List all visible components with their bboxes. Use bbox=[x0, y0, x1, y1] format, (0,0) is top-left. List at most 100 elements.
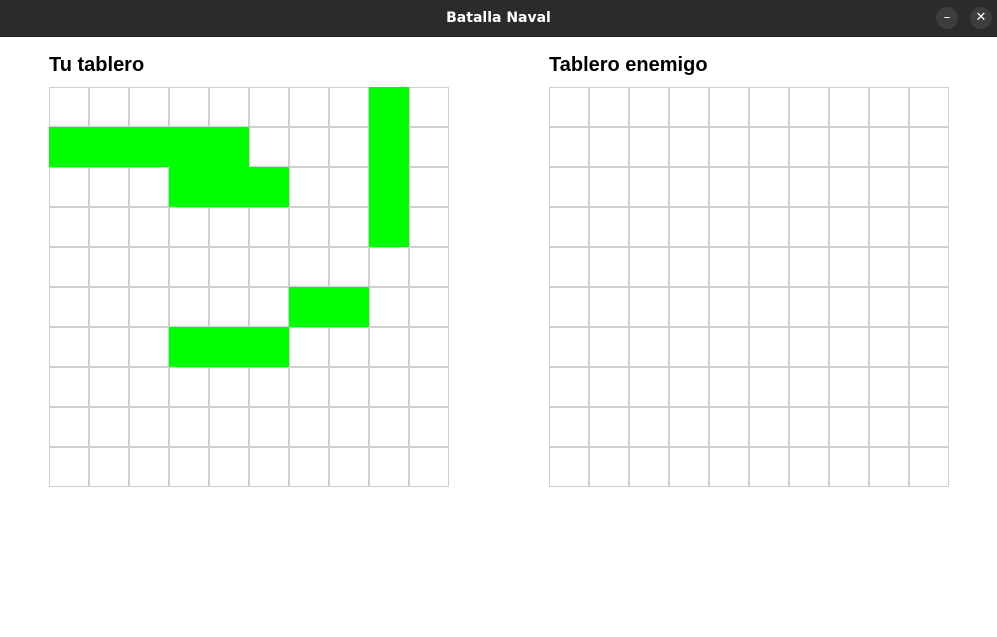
enemy-board-cell[interactable] bbox=[749, 287, 789, 327]
enemy-board-cell[interactable] bbox=[909, 367, 949, 407]
enemy-board-cell[interactable] bbox=[589, 367, 629, 407]
enemy-board-cell[interactable] bbox=[709, 367, 749, 407]
enemy-board-cell[interactable] bbox=[709, 127, 749, 167]
enemy-board-cell[interactable] bbox=[629, 247, 669, 287]
enemy-board-cell[interactable] bbox=[829, 287, 869, 327]
enemy-board-cell[interactable] bbox=[749, 367, 789, 407]
enemy-board-cell[interactable] bbox=[709, 287, 749, 327]
enemy-board-cell[interactable] bbox=[669, 207, 709, 247]
enemy-board-cell[interactable] bbox=[589, 407, 629, 447]
close-icon[interactable]: ✕ bbox=[970, 7, 992, 29]
enemy-board-cell[interactable] bbox=[869, 87, 909, 127]
enemy-board-cell[interactable] bbox=[789, 447, 829, 487]
enemy-board-cell[interactable] bbox=[749, 167, 789, 207]
enemy-board-cell[interactable] bbox=[749, 87, 789, 127]
enemy-board-cell[interactable] bbox=[829, 327, 869, 367]
enemy-board-cell[interactable] bbox=[869, 247, 909, 287]
enemy-board-cell[interactable] bbox=[829, 447, 869, 487]
enemy-board-cell[interactable] bbox=[669, 127, 709, 167]
enemy-board-cell[interactable] bbox=[629, 207, 669, 247]
enemy-board-cell[interactable] bbox=[709, 87, 749, 127]
enemy-board-cell[interactable] bbox=[749, 447, 789, 487]
enemy-board-cell[interactable] bbox=[829, 167, 869, 207]
enemy-board-cell[interactable] bbox=[829, 407, 869, 447]
enemy-board-cell[interactable] bbox=[549, 207, 589, 247]
enemy-board-cell[interactable] bbox=[709, 247, 749, 287]
enemy-board-cell[interactable] bbox=[749, 327, 789, 367]
enemy-board-cell[interactable] bbox=[589, 87, 629, 127]
enemy-board-cell[interactable] bbox=[789, 287, 829, 327]
enemy-board-cell[interactable] bbox=[909, 247, 949, 287]
enemy-board-cell[interactable] bbox=[869, 407, 909, 447]
enemy-board-cell[interactable] bbox=[629, 287, 669, 327]
enemy-board-cell[interactable] bbox=[869, 327, 909, 367]
enemy-board-cell[interactable] bbox=[629, 127, 669, 167]
enemy-board-cell[interactable] bbox=[549, 407, 589, 447]
enemy-board-cell[interactable] bbox=[869, 447, 909, 487]
title-bar[interactable]: Batalla Naval – ✕ bbox=[0, 0, 997, 37]
enemy-board-cell[interactable] bbox=[589, 247, 629, 287]
enemy-board-cell[interactable] bbox=[909, 167, 949, 207]
enemy-board-cell[interactable] bbox=[549, 247, 589, 287]
enemy-board-cell[interactable] bbox=[869, 287, 909, 327]
enemy-board-cell[interactable] bbox=[909, 87, 949, 127]
enemy-board-cell[interactable] bbox=[909, 207, 949, 247]
enemy-board-cell[interactable] bbox=[549, 87, 589, 127]
enemy-board-cell[interactable] bbox=[749, 247, 789, 287]
enemy-board-cell[interactable] bbox=[669, 407, 709, 447]
enemy-board-cell[interactable] bbox=[789, 167, 829, 207]
enemy-board-cell[interactable] bbox=[789, 87, 829, 127]
enemy-board-cell[interactable] bbox=[789, 207, 829, 247]
enemy-board-cell[interactable] bbox=[909, 127, 949, 167]
enemy-board-cell[interactable] bbox=[669, 327, 709, 367]
enemy-board-cell[interactable] bbox=[749, 207, 789, 247]
enemy-board-cell[interactable] bbox=[789, 407, 829, 447]
enemy-board-cell[interactable] bbox=[869, 167, 909, 207]
enemy-board-cell[interactable] bbox=[589, 207, 629, 247]
enemy-board-cell[interactable] bbox=[549, 127, 589, 167]
enemy-board-cell[interactable] bbox=[629, 447, 669, 487]
enemy-board-cell[interactable] bbox=[669, 87, 709, 127]
enemy-board-cell[interactable] bbox=[909, 327, 949, 367]
enemy-board-cell[interactable] bbox=[829, 247, 869, 287]
enemy-board-cell[interactable] bbox=[589, 327, 629, 367]
enemy-board-cell[interactable] bbox=[589, 447, 629, 487]
enemy-board-cell[interactable] bbox=[909, 287, 949, 327]
enemy-board-cell[interactable] bbox=[549, 367, 589, 407]
enemy-board-cell[interactable] bbox=[549, 447, 589, 487]
enemy-board-cell[interactable] bbox=[869, 367, 909, 407]
enemy-board-cell[interactable] bbox=[789, 367, 829, 407]
enemy-board-cell[interactable] bbox=[549, 167, 589, 207]
enemy-board-cell[interactable] bbox=[589, 167, 629, 207]
enemy-board-cell[interactable] bbox=[709, 447, 749, 487]
enemy-board-cell[interactable] bbox=[669, 367, 709, 407]
enemy-board-cell[interactable] bbox=[829, 367, 869, 407]
enemy-board-cell[interactable] bbox=[709, 407, 749, 447]
enemy-board-cell[interactable] bbox=[909, 447, 949, 487]
enemy-board-cell[interactable] bbox=[669, 447, 709, 487]
enemy-board-cell[interactable] bbox=[549, 327, 589, 367]
enemy-board-cell[interactable] bbox=[629, 327, 669, 367]
enemy-board-cell[interactable] bbox=[629, 367, 669, 407]
enemy-board-cell[interactable] bbox=[709, 167, 749, 207]
enemy-board-cell[interactable] bbox=[749, 127, 789, 167]
enemy-board-cell[interactable] bbox=[709, 327, 749, 367]
enemy-board-cell[interactable] bbox=[589, 127, 629, 167]
enemy-board-cell[interactable] bbox=[789, 327, 829, 367]
enemy-board-cell[interactable] bbox=[669, 167, 709, 207]
enemy-board-cell[interactable] bbox=[909, 407, 949, 447]
enemy-board-cell[interactable] bbox=[709, 207, 749, 247]
enemy-board-cell[interactable] bbox=[789, 127, 829, 167]
enemy-board-cell[interactable] bbox=[629, 407, 669, 447]
enemy-board-cell[interactable] bbox=[829, 87, 869, 127]
enemy-board-cell[interactable] bbox=[549, 287, 589, 327]
minimize-icon[interactable]: – bbox=[936, 7, 958, 29]
enemy-board-cell[interactable] bbox=[829, 127, 869, 167]
enemy-board-cell[interactable] bbox=[629, 87, 669, 127]
enemy-board-cell[interactable] bbox=[829, 207, 869, 247]
enemy-board-cell[interactable] bbox=[669, 247, 709, 287]
enemy-board-cell[interactable] bbox=[669, 287, 709, 327]
enemy-board-cell[interactable] bbox=[789, 247, 829, 287]
enemy-board-cell[interactable] bbox=[869, 127, 909, 167]
enemy-board-cell[interactable] bbox=[869, 207, 909, 247]
